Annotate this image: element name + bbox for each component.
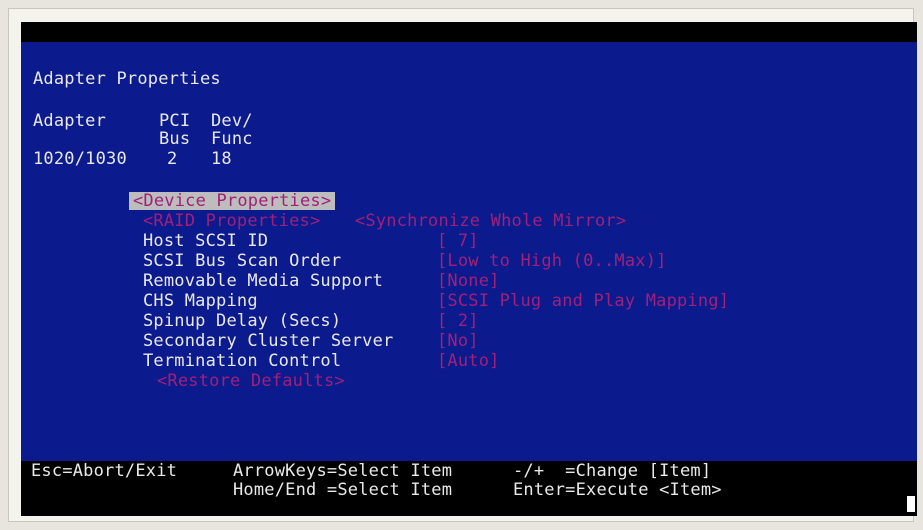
status-esc-hint: Esc=Abort/Exit xyxy=(31,461,178,481)
setting-value-spinup-delay[interactable]: [ 2] xyxy=(437,312,479,330)
menu-synchronize-whole-mirror[interactable]: <Synchronize Whole Mirror> xyxy=(355,212,626,230)
bios-screen: Adapter Properties Adapter PCI Bus Dev/ … xyxy=(21,22,917,516)
setting-label-termination: Termination Control xyxy=(143,351,342,371)
func-column-header: Func xyxy=(211,129,253,149)
setting-label-secondary-cluster: Secondary Cluster Server xyxy=(143,331,394,351)
status-homeend-hint: Home/End =Select Item xyxy=(233,480,453,500)
page-title: Adapter Properties xyxy=(33,69,221,89)
status-enter-hint: Enter=Execute <Item> xyxy=(513,480,722,500)
setting-label-chs-mapping: CHS Mapping xyxy=(143,291,258,311)
adapter-column-header: Adapter xyxy=(33,111,107,131)
setting-value-host-scsi-id[interactable]: [ 7] xyxy=(437,232,479,250)
main-panel: Adapter Properties Adapter PCI Bus Dev/ … xyxy=(21,42,917,461)
setting-value-termination[interactable]: [Auto] xyxy=(437,352,500,370)
setting-value-secondary-cluster[interactable]: [No] xyxy=(437,332,479,350)
func-value: 18 xyxy=(211,149,232,169)
setting-value-chs-mapping[interactable]: [SCSI Plug and Play Mapping] xyxy=(437,292,729,310)
menu-restore-defaults[interactable]: <Restore Defaults> xyxy=(157,372,345,390)
dev-column-header: Dev/ xyxy=(211,111,253,131)
setting-value-removable-media[interactable]: [None] xyxy=(437,272,500,290)
setting-label-scan-order: SCSI Bus Scan Order xyxy=(143,251,342,271)
bus-column-header: Bus xyxy=(159,129,191,149)
status-arrow-hint: ArrowKeys=Select Item xyxy=(233,461,453,481)
bus-value: 2 xyxy=(167,149,178,169)
text-cursor xyxy=(907,496,915,512)
setting-label-spinup-delay: Spinup Delay (Secs) xyxy=(143,311,342,331)
status-change-hint: -/+ =Change [Item] xyxy=(513,461,712,481)
menu-device-properties[interactable]: <Device Properties> xyxy=(129,192,336,210)
setting-label-host-scsi-id: Host SCSI ID xyxy=(143,231,269,251)
setting-label-removable-media: Removable Media Support xyxy=(143,271,384,291)
pci-column-header: PCI xyxy=(159,111,191,131)
setting-value-scan-order[interactable]: [Low to High (0..Max)] xyxy=(437,252,667,270)
status-bar: Esc=Abort/Exit ArrowKeys=Select Item Hom… xyxy=(21,461,917,516)
menu-raid-properties[interactable]: <RAID Properties> xyxy=(143,212,320,230)
adapter-value: 1020/1030 xyxy=(33,149,127,169)
